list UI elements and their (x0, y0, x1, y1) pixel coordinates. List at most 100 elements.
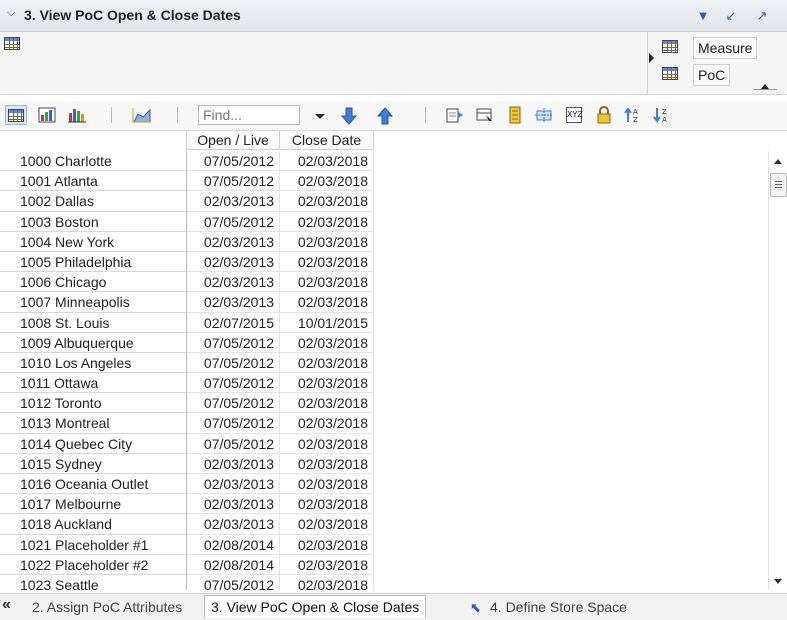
export-button[interactable] (444, 105, 466, 125)
lock-icon (597, 106, 611, 124)
column-header-open-live[interactable]: Open / Live (187, 131, 280, 150)
chevron-down-icon[interactable]: ⌵ (7, 7, 15, 20)
view-title-bar: ⌵ 3. View PoC Open & Close Dates ▼ ↙ ↗ (0, 0, 787, 32)
cell-open-live[interactable]: 07/05/2012 (187, 413, 280, 434)
cell-close-date[interactable]: 02/03/2018 (280, 474, 374, 495)
row-label: 1014 Quebec City (0, 433, 187, 454)
tab-assign-poc-attributes[interactable]: 2. Assign PoC Attributes (32, 596, 182, 618)
cell-open-live[interactable]: 02/07/2015 (187, 312, 280, 333)
sort-ascending-button[interactable]: AZ (623, 105, 645, 125)
row-label: 1012 Toronto (0, 393, 187, 414)
pov-label-poc[interactable]: PoC (693, 64, 731, 86)
find-input[interactable] (198, 105, 300, 125)
cell-close-date[interactable]: 02/03/2018 (280, 534, 374, 555)
expand-up-icon[interactable] (753, 84, 777, 96)
area-chart-button[interactable] (131, 105, 153, 125)
svg-text:Z: Z (662, 108, 667, 116)
split-view-button[interactable] (533, 105, 555, 125)
tab-view-poc-open-close-dates[interactable]: 3. View PoC Open & Close Dates (204, 595, 427, 618)
row-label: 1015 Sydney (0, 453, 187, 474)
cell-open-live[interactable]: 02/03/2013 (187, 191, 280, 212)
table-view-button[interactable] (5, 105, 27, 125)
cell-open-live[interactable]: 07/05/2012 (187, 332, 280, 353)
collapse-handle-icon[interactable] (648, 48, 656, 68)
cell-open-live[interactable]: 02/03/2013 (187, 272, 280, 293)
cell-open-live[interactable]: 02/03/2013 (187, 494, 280, 515)
tab-define-store-space[interactable]: ⬉ 4. Define Store Space (470, 596, 627, 618)
chart-view-button[interactable] (66, 105, 88, 125)
cell-open-live[interactable]: 02/03/2013 (187, 292, 280, 313)
cell-open-live[interactable]: 02/03/2013 (187, 474, 280, 495)
table-icon (8, 108, 24, 122)
cell-close-date[interactable]: 02/03/2018 (280, 231, 374, 252)
cell-open-live[interactable]: 02/03/2013 (187, 453, 280, 474)
xyz-button[interactable]: XYZ (563, 105, 585, 125)
table-row: 02/03/2013 02/03/2018 (187, 292, 374, 313)
view-tabs: « 2. Assign PoC Attributes 3. View PoC O… (0, 593, 787, 620)
scroll-up-icon[interactable] (774, 159, 782, 164)
cell-close-date[interactable]: 02/03/2018 (280, 373, 374, 394)
scroll-thumb[interactable] (770, 173, 787, 197)
sort-descending-button[interactable]: ZA (652, 105, 674, 125)
vertical-scrollbar[interactable] (768, 151, 787, 590)
cell-close-date[interactable]: 02/03/2018 (280, 453, 374, 474)
tab-define-store-space-label: 4. Define Store Space (490, 599, 627, 615)
cell-open-live[interactable]: 07/05/2012 (187, 393, 280, 414)
cell-open-live[interactable]: 02/08/2014 (187, 534, 280, 555)
arrow-minimize-icon[interactable]: ↙ (723, 8, 739, 24)
cell-open-live[interactable]: 02/03/2013 (187, 514, 280, 535)
cell-open-live[interactable]: 07/05/2012 (187, 211, 280, 232)
cell-close-date[interactable]: 02/03/2018 (280, 292, 374, 313)
cell-close-date[interactable]: 02/03/2018 (280, 151, 374, 172)
find-previous-up-icon[interactable] (376, 107, 394, 125)
column-button[interactable] (504, 105, 526, 125)
cell-close-date[interactable]: 02/03/2018 (280, 191, 374, 212)
cell-close-date[interactable]: 02/03/2018 (280, 171, 374, 192)
cell-close-date[interactable]: 02/03/2018 (280, 272, 374, 293)
cell-open-live[interactable]: 07/05/2012 (187, 171, 280, 192)
cell-close-date[interactable]: 10/01/2015 (280, 312, 374, 333)
cell-close-date[interactable]: 02/03/2018 (280, 352, 374, 374)
select-cells-button[interactable] (474, 105, 496, 125)
row-label: 1007 Minneapolis (0, 292, 187, 313)
find-dropdown-icon[interactable] (315, 114, 325, 119)
row-label: 1023 Seattle (0, 574, 187, 590)
cell-open-live[interactable]: 07/05/2012 (187, 574, 280, 590)
lock-button[interactable] (593, 105, 615, 125)
select-cells-icon (476, 108, 492, 121)
cell-open-live[interactable]: 07/05/2012 (187, 373, 280, 394)
cell-close-date[interactable]: 02/03/2018 (280, 494, 374, 515)
cell-close-date[interactable]: 02/03/2018 (280, 332, 374, 353)
cell-open-live[interactable]: 07/05/2012 (187, 352, 280, 374)
cell-close-date[interactable]: 02/03/2018 (280, 433, 374, 454)
cell-open-live[interactable]: 02/03/2013 (187, 251, 280, 273)
row-label: 1008 St. Louis (0, 312, 187, 333)
cell-close-date[interactable]: 02/03/2018 (280, 211, 374, 232)
cell-close-date[interactable]: 02/03/2018 (280, 554, 374, 575)
cell-close-date[interactable]: 02/03/2018 (280, 514, 374, 535)
cell-open-live[interactable]: 02/08/2014 (187, 554, 280, 575)
pov-label-measure[interactable]: Measure (693, 37, 758, 59)
cell-close-date[interactable]: 02/03/2018 (280, 413, 374, 434)
dropdown-triangle-icon[interactable]: ▼ (695, 8, 711, 24)
scroll-down-icon[interactable] (774, 579, 782, 584)
cell-open-live[interactable]: 07/05/2012 (187, 433, 280, 454)
cell-close-date[interactable]: 02/03/2018 (280, 251, 374, 273)
sort-ascending-icon: AZ (624, 107, 638, 124)
table-row: 07/05/2012 02/03/2018 (187, 393, 374, 414)
chart-table-view-button[interactable] (36, 105, 58, 125)
row-label: 1003 Boston (0, 211, 187, 232)
table-row: 02/03/2013 02/03/2018 (187, 494, 374, 515)
cell-close-date[interactable]: 02/03/2018 (280, 393, 374, 414)
arrow-restore-icon[interactable]: ↗ (754, 8, 770, 24)
column-header-close-date[interactable]: Close Date (280, 131, 374, 150)
row-label: 1021 Placeholder #1 (0, 534, 187, 555)
find-next-down-icon[interactable] (340, 107, 358, 125)
row-label: 1011 Ottawa (0, 373, 187, 394)
grid-icon[interactable] (4, 37, 20, 50)
cell-open-live[interactable]: 02/03/2013 (187, 231, 280, 252)
cell-close-date[interactable]: 02/03/2018 (280, 574, 374, 590)
cell-open-live[interactable]: 07/05/2012 (187, 151, 280, 172)
double-chevron-left-icon[interactable]: « (2, 596, 11, 614)
grid-icon (662, 67, 678, 80)
